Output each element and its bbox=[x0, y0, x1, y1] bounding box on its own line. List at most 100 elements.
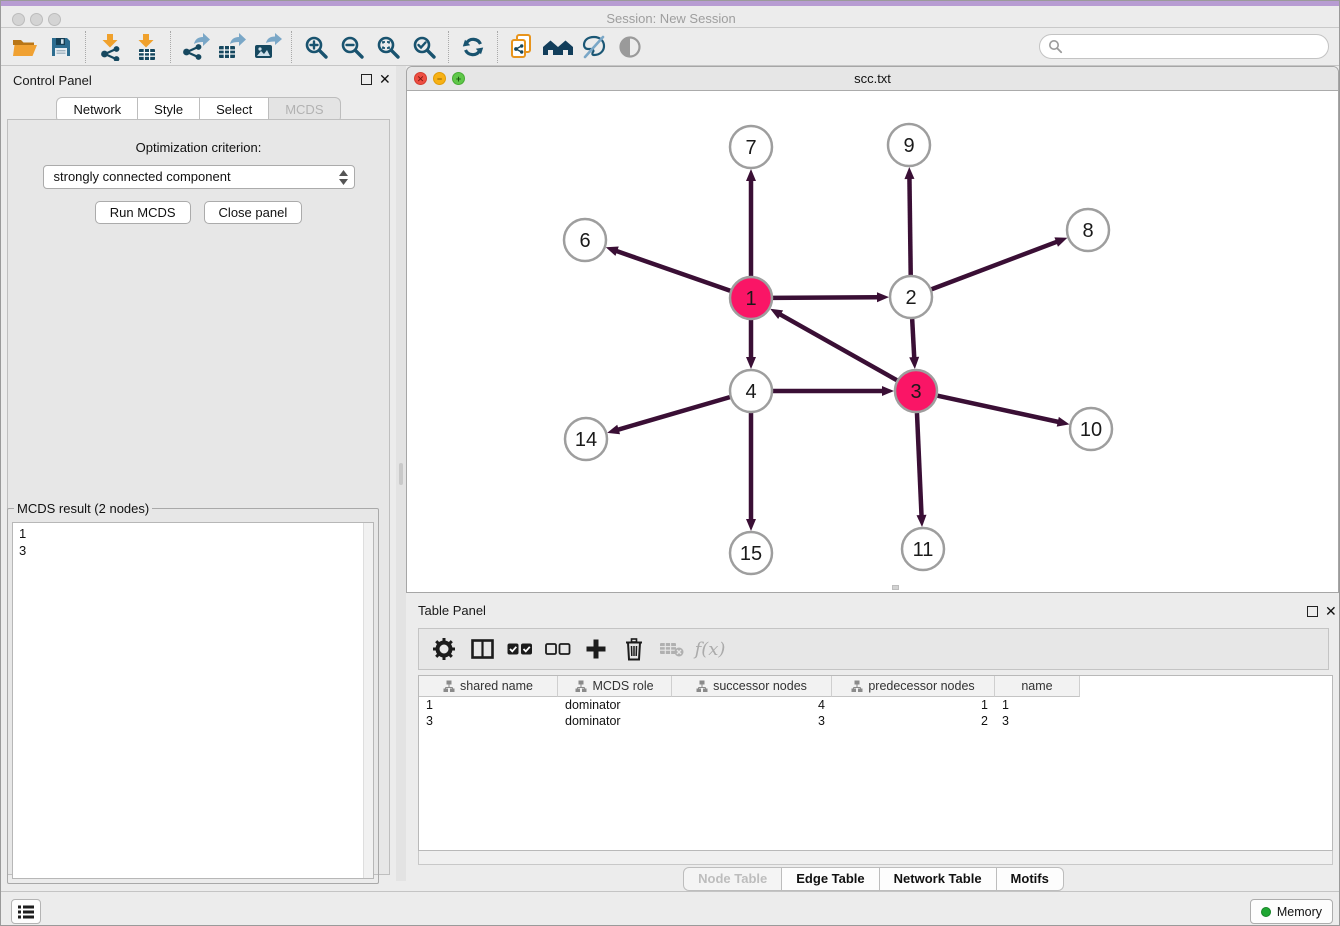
network-canvas[interactable]: 1234678910111415 bbox=[407, 91, 1338, 592]
graph-node-label-8: 8 bbox=[1082, 220, 1093, 242]
criterion-value: strongly connected component bbox=[54, 169, 231, 184]
import-table-icon[interactable] bbox=[128, 30, 164, 64]
tab-node-table[interactable]: Node Table bbox=[683, 867, 782, 891]
mcds-result-list[interactable]: 13 bbox=[12, 522, 374, 879]
table-row-2[interactable]: 3dominator323 bbox=[419, 713, 1332, 729]
column-header-label: MCDS role bbox=[592, 679, 653, 693]
cell-name[interactable]: 1 bbox=[995, 697, 1080, 713]
cell-name[interactable]: 3 bbox=[995, 713, 1080, 729]
graph-edge-1-6[interactable] bbox=[616, 251, 730, 291]
zoom-in-icon[interactable] bbox=[298, 30, 334, 64]
column-header-label: name bbox=[1021, 679, 1052, 693]
column-header-predecessor-nodes[interactable]: predecessor nodes bbox=[832, 676, 995, 697]
graph-node-label-4: 4 bbox=[745, 381, 756, 403]
float-panel-icon[interactable] bbox=[1307, 606, 1318, 617]
zoom-fit-icon[interactable] bbox=[370, 30, 406, 64]
toolbar-separator bbox=[170, 31, 171, 63]
table-horizontal-scrollbar[interactable] bbox=[418, 851, 1333, 865]
search-input[interactable] bbox=[1068, 39, 1320, 54]
graphics-details-icon[interactable] bbox=[576, 30, 612, 64]
home-icon[interactable] bbox=[540, 30, 576, 64]
tab-motifs[interactable]: Motifs bbox=[997, 867, 1064, 891]
import-network-icon[interactable] bbox=[92, 30, 128, 64]
refresh-icon[interactable] bbox=[455, 30, 491, 64]
cell-MCDS-role[interactable]: dominator bbox=[558, 697, 672, 713]
graph-edge-2-9[interactable] bbox=[909, 178, 910, 275]
cell-predecessor-nodes[interactable]: 2 bbox=[832, 713, 995, 729]
add-column-plus-icon[interactable] bbox=[579, 632, 613, 666]
graph-node-label-3: 3 bbox=[910, 381, 921, 403]
table-tabs: Node TableEdge TableNetwork TableMotifs bbox=[406, 867, 1340, 891]
delete-trash-icon[interactable] bbox=[617, 632, 651, 666]
graph-edge-3-1[interactable] bbox=[780, 314, 897, 380]
node-table[interactable]: shared name MCDS role successor nodes prede… bbox=[418, 675, 1333, 851]
graph-node-label-1: 1 bbox=[745, 288, 756, 310]
tab-edge-table[interactable]: Edge Table bbox=[782, 867, 879, 891]
save-session-icon[interactable] bbox=[43, 30, 79, 64]
mcds-result-node: 1 bbox=[19, 525, 373, 542]
graph-edge-2-8[interactable] bbox=[932, 242, 1058, 290]
mcds-result-node: 3 bbox=[19, 542, 373, 559]
network-window-titlebar: ✕ − + scc.txt bbox=[407, 67, 1338, 91]
zoom-selected-icon[interactable] bbox=[406, 30, 442, 64]
graph-node-label-7: 7 bbox=[745, 137, 756, 159]
session-title: Session: New Session bbox=[1, 11, 1340, 27]
column-header-shared-name[interactable]: shared name bbox=[419, 676, 558, 697]
column-panel-icon[interactable] bbox=[465, 632, 499, 666]
graph-edge-1-2[interactable] bbox=[773, 297, 878, 298]
table-settings-gear-icon[interactable] bbox=[427, 632, 461, 666]
column-hierarchy-icon bbox=[575, 680, 587, 693]
cell-predecessor-nodes[interactable]: 1 bbox=[832, 697, 995, 713]
zoom-out-icon[interactable] bbox=[334, 30, 370, 64]
search-box[interactable] bbox=[1039, 34, 1329, 59]
memory-button[interactable]: Memory bbox=[1250, 899, 1333, 924]
graph-edge-3-10[interactable] bbox=[937, 396, 1058, 422]
canvas-resize-grip[interactable] bbox=[892, 585, 899, 590]
column-header-MCDS-role[interactable]: MCDS role bbox=[558, 676, 672, 697]
graph-node-label-2: 2 bbox=[905, 287, 916, 309]
close-panel-button[interactable]: Close panel bbox=[204, 201, 303, 224]
control-panel-title: Control Panel bbox=[13, 73, 92, 88]
status-bar: Memory bbox=[1, 891, 1340, 926]
graph-edge-4-14[interactable] bbox=[618, 397, 730, 430]
cell-shared-name[interactable]: 3 bbox=[419, 713, 558, 729]
close-panel-icon[interactable]: ✕ bbox=[379, 71, 391, 87]
table-header-row: shared name MCDS role successor nodes prede… bbox=[419, 676, 1332, 697]
select-all-icon[interactable] bbox=[503, 632, 537, 666]
cell-successor-nodes[interactable]: 4 bbox=[672, 697, 832, 713]
column-header-name[interactable]: name bbox=[995, 676, 1080, 697]
export-network-icon[interactable] bbox=[177, 30, 213, 64]
close-panel-icon[interactable]: ✕ bbox=[1325, 603, 1337, 619]
control-panel: Control Panel ✕ NetworkStyleSelectMCDS O… bbox=[1, 66, 396, 881]
column-header-successor-nodes[interactable]: successor nodes bbox=[672, 676, 832, 697]
cell-MCDS-role[interactable]: dominator bbox=[558, 713, 672, 729]
float-panel-icon[interactable] bbox=[361, 74, 372, 85]
column-hierarchy-icon bbox=[696, 680, 708, 693]
splitter-grip[interactable] bbox=[399, 463, 403, 485]
export-table-icon[interactable] bbox=[213, 30, 249, 64]
export-image-icon[interactable] bbox=[249, 30, 285, 64]
duplicate-network-icon[interactable] bbox=[504, 30, 540, 64]
task-history-list-icon[interactable] bbox=[11, 899, 41, 924]
cell-successor-nodes[interactable]: 3 bbox=[672, 713, 832, 729]
optimization-criterion-label: Optimization criterion: bbox=[8, 140, 389, 155]
cell-shared-name[interactable]: 1 bbox=[419, 697, 558, 713]
graph-edge-2-3[interactable] bbox=[912, 319, 914, 358]
eye-icon bbox=[612, 30, 648, 64]
criterion-dropdown[interactable]: strongly connected component bbox=[43, 165, 355, 189]
column-header-label: successor nodes bbox=[713, 679, 807, 693]
run-mcds-button[interactable]: Run MCDS bbox=[95, 201, 191, 224]
tab-network-table[interactable]: Network Table bbox=[880, 867, 997, 891]
function-builder-icon: f(x) bbox=[693, 632, 727, 666]
result-scrollbar[interactable] bbox=[363, 523, 373, 878]
column-header-label: predecessor nodes bbox=[868, 679, 974, 693]
graph-edge-3-11[interactable] bbox=[917, 413, 922, 516]
graph-node-label-14: 14 bbox=[575, 429, 597, 451]
open-session-icon[interactable] bbox=[7, 30, 43, 64]
column-header-label: shared name bbox=[460, 679, 533, 693]
graph-node-label-11: 11 bbox=[913, 539, 934, 561]
search-icon bbox=[1048, 39, 1063, 54]
deselect-all-icon[interactable] bbox=[541, 632, 575, 666]
table-panel-title: Table Panel bbox=[418, 603, 486, 618]
table-row-1[interactable]: 1dominator411 bbox=[419, 697, 1332, 713]
